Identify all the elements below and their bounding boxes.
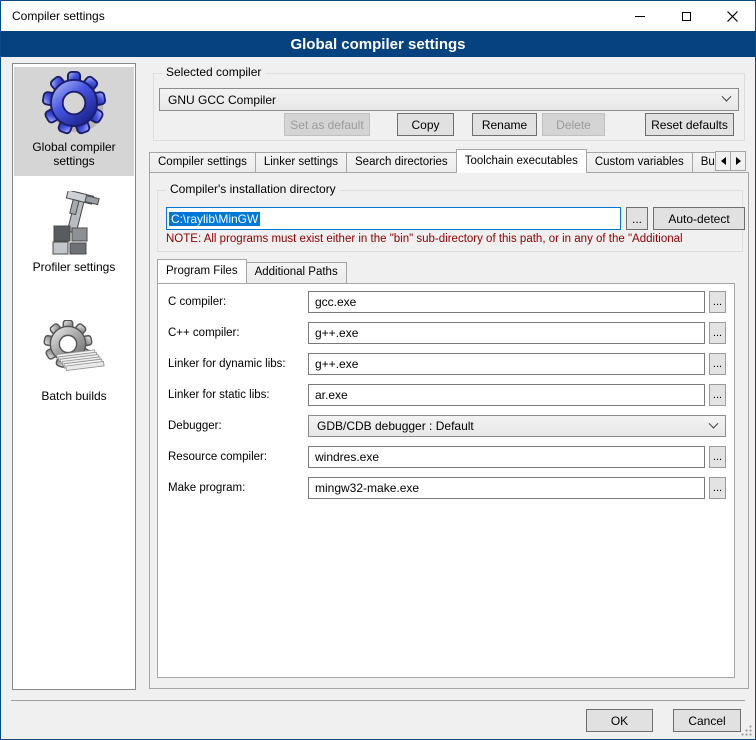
c-compiler-input[interactable] xyxy=(308,291,705,313)
dynamic-linker-input[interactable] xyxy=(308,353,705,375)
program-files-page: C compiler: ... C++ compiler: ... Linker… xyxy=(157,283,735,678)
field-label: Linker for dynamic libs: xyxy=(168,353,286,375)
field-label: C compiler: xyxy=(168,291,226,313)
static-linker-row: Linker for static libs: ... xyxy=(158,384,734,406)
compiler-select-value: GNU GCC Compiler xyxy=(168,93,276,107)
main-tab-bar: Compiler settings Linker settings Search… xyxy=(149,149,749,173)
group-title: Compiler's installation directory xyxy=(166,182,340,196)
reset-defaults-button[interactable]: Reset defaults xyxy=(645,113,734,136)
tab-scroll-buttons xyxy=(716,151,746,171)
footer-divider xyxy=(11,700,745,701)
category-list: Global compiler settings Profiler xyxy=(12,63,136,690)
installation-directory-group: Compiler's installation directory C:\ray… xyxy=(157,190,743,252)
make-program-row: Make program: ... xyxy=(158,477,734,499)
autodetect-button[interactable]: Auto-detect xyxy=(653,207,745,230)
compiler-settings-dialog: Compiler settings Global compiler settin… xyxy=(0,0,756,740)
dynamic-linker-row: Linker for dynamic libs: ... xyxy=(158,353,734,375)
sidebar-item-batch-builds[interactable]: Batch builds xyxy=(14,320,134,403)
toolchain-executables-page: Compiler's installation directory C:\ray… xyxy=(149,172,749,689)
delete-button[interactable]: Delete xyxy=(542,113,605,136)
field-label: Resource compiler: xyxy=(168,446,267,468)
c-compiler-row: C compiler: ... xyxy=(158,291,734,313)
tab-list: Compiler settings Linker settings Search… xyxy=(149,149,721,173)
resource-compiler-input[interactable] xyxy=(308,446,705,468)
debugger-row: Debugger: GDB/CDB debugger : Default xyxy=(158,415,734,437)
group-title: Selected compiler xyxy=(162,65,265,79)
window-controls xyxy=(617,1,755,31)
debugger-select-value: GDB/CDB debugger : Default xyxy=(317,419,474,433)
chevron-down-icon xyxy=(722,92,732,102)
titlebar[interactable]: Compiler settings xyxy=(1,1,755,31)
tab-custom-variables[interactable]: Custom variables xyxy=(586,152,693,173)
blue-gear-icon xyxy=(42,71,106,135)
cpp-compiler-row: C++ compiler: ... xyxy=(158,322,734,344)
close-icon xyxy=(727,11,738,22)
make-program-input[interactable] xyxy=(308,477,705,499)
sidebar-item-label: Global compiler settings xyxy=(18,140,130,168)
field-label: Debugger: xyxy=(168,415,222,437)
browse-static-linker-button[interactable]: ... xyxy=(709,384,726,406)
tab-linker-settings[interactable]: Linker settings xyxy=(255,152,347,173)
ok-button[interactable]: OK xyxy=(586,709,653,732)
tab-scroll-right-button[interactable] xyxy=(730,151,746,171)
copy-button[interactable]: Copy xyxy=(397,113,454,136)
maximize-button[interactable] xyxy=(663,1,709,31)
browse-cpp-compiler-button[interactable]: ... xyxy=(709,322,726,344)
tab-search-directories[interactable]: Search directories xyxy=(346,152,457,173)
close-button[interactable] xyxy=(709,1,755,31)
tab-scroll-left-button[interactable] xyxy=(715,151,731,171)
selected-compiler-group: Selected compiler GNU GCC Compiler Set a… xyxy=(153,73,745,141)
browse-dynamic-linker-button[interactable]: ... xyxy=(709,353,726,375)
tab-toolchain-executables[interactable]: Toolchain executables xyxy=(456,149,587,173)
compiler-select[interactable]: GNU GCC Compiler xyxy=(159,88,739,111)
field-label: Make program: xyxy=(168,477,245,499)
browse-c-compiler-button[interactable]: ... xyxy=(709,291,726,313)
dialog-banner: Global compiler settings xyxy=(1,31,755,57)
resource-compiler-row: Resource compiler: ... xyxy=(158,446,734,468)
selected-path-text: C:\raylib\MinGW xyxy=(169,212,260,226)
cancel-button[interactable]: Cancel xyxy=(673,709,741,732)
installation-directory-input[interactable]: C:\raylib\MinGW xyxy=(166,207,621,230)
field-label: Linker for static libs: xyxy=(168,384,270,406)
browse-directory-button[interactable]: ... xyxy=(626,207,648,230)
minimize-button[interactable] xyxy=(617,1,663,31)
browse-resource-compiler-button[interactable]: ... xyxy=(709,446,726,468)
maximize-icon xyxy=(682,12,691,21)
caliper-blocks-icon xyxy=(42,191,106,255)
subtab-program-files[interactable]: Program Files xyxy=(157,259,247,283)
note-text: NOTE: All programs must exist either in … xyxy=(166,233,741,245)
field-label: C++ compiler: xyxy=(168,322,240,344)
gray-gear-papers-icon xyxy=(42,320,106,384)
sidebar-item-profiler-settings[interactable]: Profiler settings xyxy=(14,191,134,274)
static-linker-input[interactable] xyxy=(308,384,705,406)
cpp-compiler-input[interactable] xyxy=(308,322,705,344)
resize-grip[interactable] xyxy=(740,724,753,737)
arrow-right-icon xyxy=(736,157,741,165)
chevron-down-icon xyxy=(709,418,719,428)
toolchain-subtab-bar: Program Files Additional Paths xyxy=(157,259,346,283)
sidebar-item-label: Batch builds xyxy=(18,389,130,403)
sidebar-item-global-compiler-settings[interactable]: Global compiler settings xyxy=(14,67,134,176)
debugger-select[interactable]: GDB/CDB debugger : Default xyxy=(308,415,726,437)
subtab-additional-paths[interactable]: Additional Paths xyxy=(246,262,347,283)
sidebar-item-label: Profiler settings xyxy=(18,260,130,274)
minimize-icon xyxy=(635,16,645,17)
installation-directory-row: C:\raylib\MinGW ... Auto-detect xyxy=(158,207,742,230)
browse-make-program-button[interactable]: ... xyxy=(709,477,726,499)
arrow-left-icon xyxy=(721,157,726,165)
window-title: Compiler settings xyxy=(1,9,105,23)
set-as-default-button[interactable]: Set as default xyxy=(284,113,370,136)
rename-button[interactable]: Rename xyxy=(472,113,537,136)
banner-title: Global compiler settings xyxy=(290,36,465,53)
tab-compiler-settings[interactable]: Compiler settings xyxy=(149,152,256,173)
